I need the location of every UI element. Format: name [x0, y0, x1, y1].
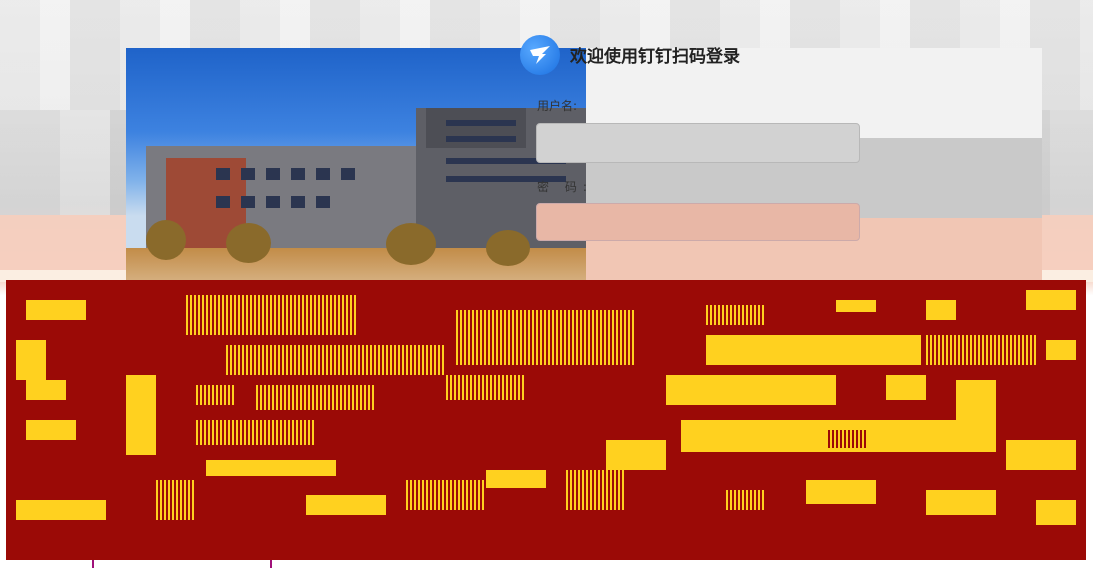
glitch-block — [26, 380, 66, 400]
glitch-block — [26, 300, 86, 320]
glitch-block — [306, 495, 386, 515]
window — [266, 168, 280, 180]
window — [291, 196, 305, 208]
glitch-block — [1006, 440, 1076, 470]
window — [216, 196, 230, 208]
glitch-block — [926, 490, 996, 515]
welcome-title: 欢迎使用钉钉扫码登录 — [570, 47, 740, 67]
glitch-block — [1026, 290, 1076, 310]
password-label: 密 码: — [537, 180, 593, 194]
window — [266, 196, 280, 208]
window-row — [446, 136, 516, 142]
glitch-stripes — [726, 490, 766, 510]
glitch-block — [886, 375, 926, 400]
glitch-block — [26, 420, 76, 440]
campus-photo — [126, 48, 586, 288]
glitch-block — [16, 500, 106, 520]
password-input[interactable] — [536, 203, 860, 241]
glitch-block — [206, 460, 336, 476]
edge-marker — [270, 560, 272, 568]
glitch-block — [666, 375, 836, 405]
glitch-block — [806, 480, 876, 504]
glitch-stripes — [186, 295, 356, 335]
glitch-block — [16, 340, 46, 380]
dingtalk-logo-icon — [520, 35, 560, 75]
building-top — [426, 108, 526, 148]
glitch-block — [1036, 500, 1076, 525]
glitch-block — [486, 470, 546, 488]
glitch-region — [6, 280, 1086, 560]
glitch-stripes — [196, 420, 316, 445]
glitch-block — [606, 440, 666, 470]
tree — [226, 223, 271, 263]
window — [316, 168, 330, 180]
window-row — [446, 120, 516, 126]
glitch-block — [706, 335, 921, 365]
glitch-stripes — [256, 385, 376, 410]
glitch-stripes — [456, 310, 636, 365]
window — [291, 168, 305, 180]
glitch-stripes — [196, 385, 236, 405]
tree — [486, 230, 530, 266]
glitch-stripes — [406, 480, 486, 510]
window — [316, 196, 330, 208]
edge-marker — [92, 560, 94, 568]
username-input[interactable] — [536, 123, 860, 163]
username-label: 用户名: — [537, 99, 578, 113]
glitch-block — [1046, 340, 1076, 360]
window — [241, 168, 255, 180]
window — [341, 168, 355, 180]
window — [241, 196, 255, 208]
tree — [386, 223, 436, 265]
login-panel — [586, 48, 1042, 288]
login-card — [126, 48, 1042, 288]
glitch-stripes — [156, 480, 196, 520]
glitch-stripes — [446, 375, 526, 400]
glitch-block — [926, 300, 956, 320]
bottom-edge — [0, 560, 1093, 568]
glitch-stripes — [926, 335, 1036, 365]
window — [216, 168, 230, 180]
glitch-stripes — [826, 430, 866, 448]
glitch-stripes — [226, 345, 446, 375]
tree — [146, 220, 186, 260]
glitch-stripes — [706, 305, 766, 325]
glitch-block — [836, 300, 876, 312]
glitch-block — [956, 380, 996, 420]
glitch-stripes — [566, 470, 626, 510]
glitch-block — [126, 375, 156, 455]
